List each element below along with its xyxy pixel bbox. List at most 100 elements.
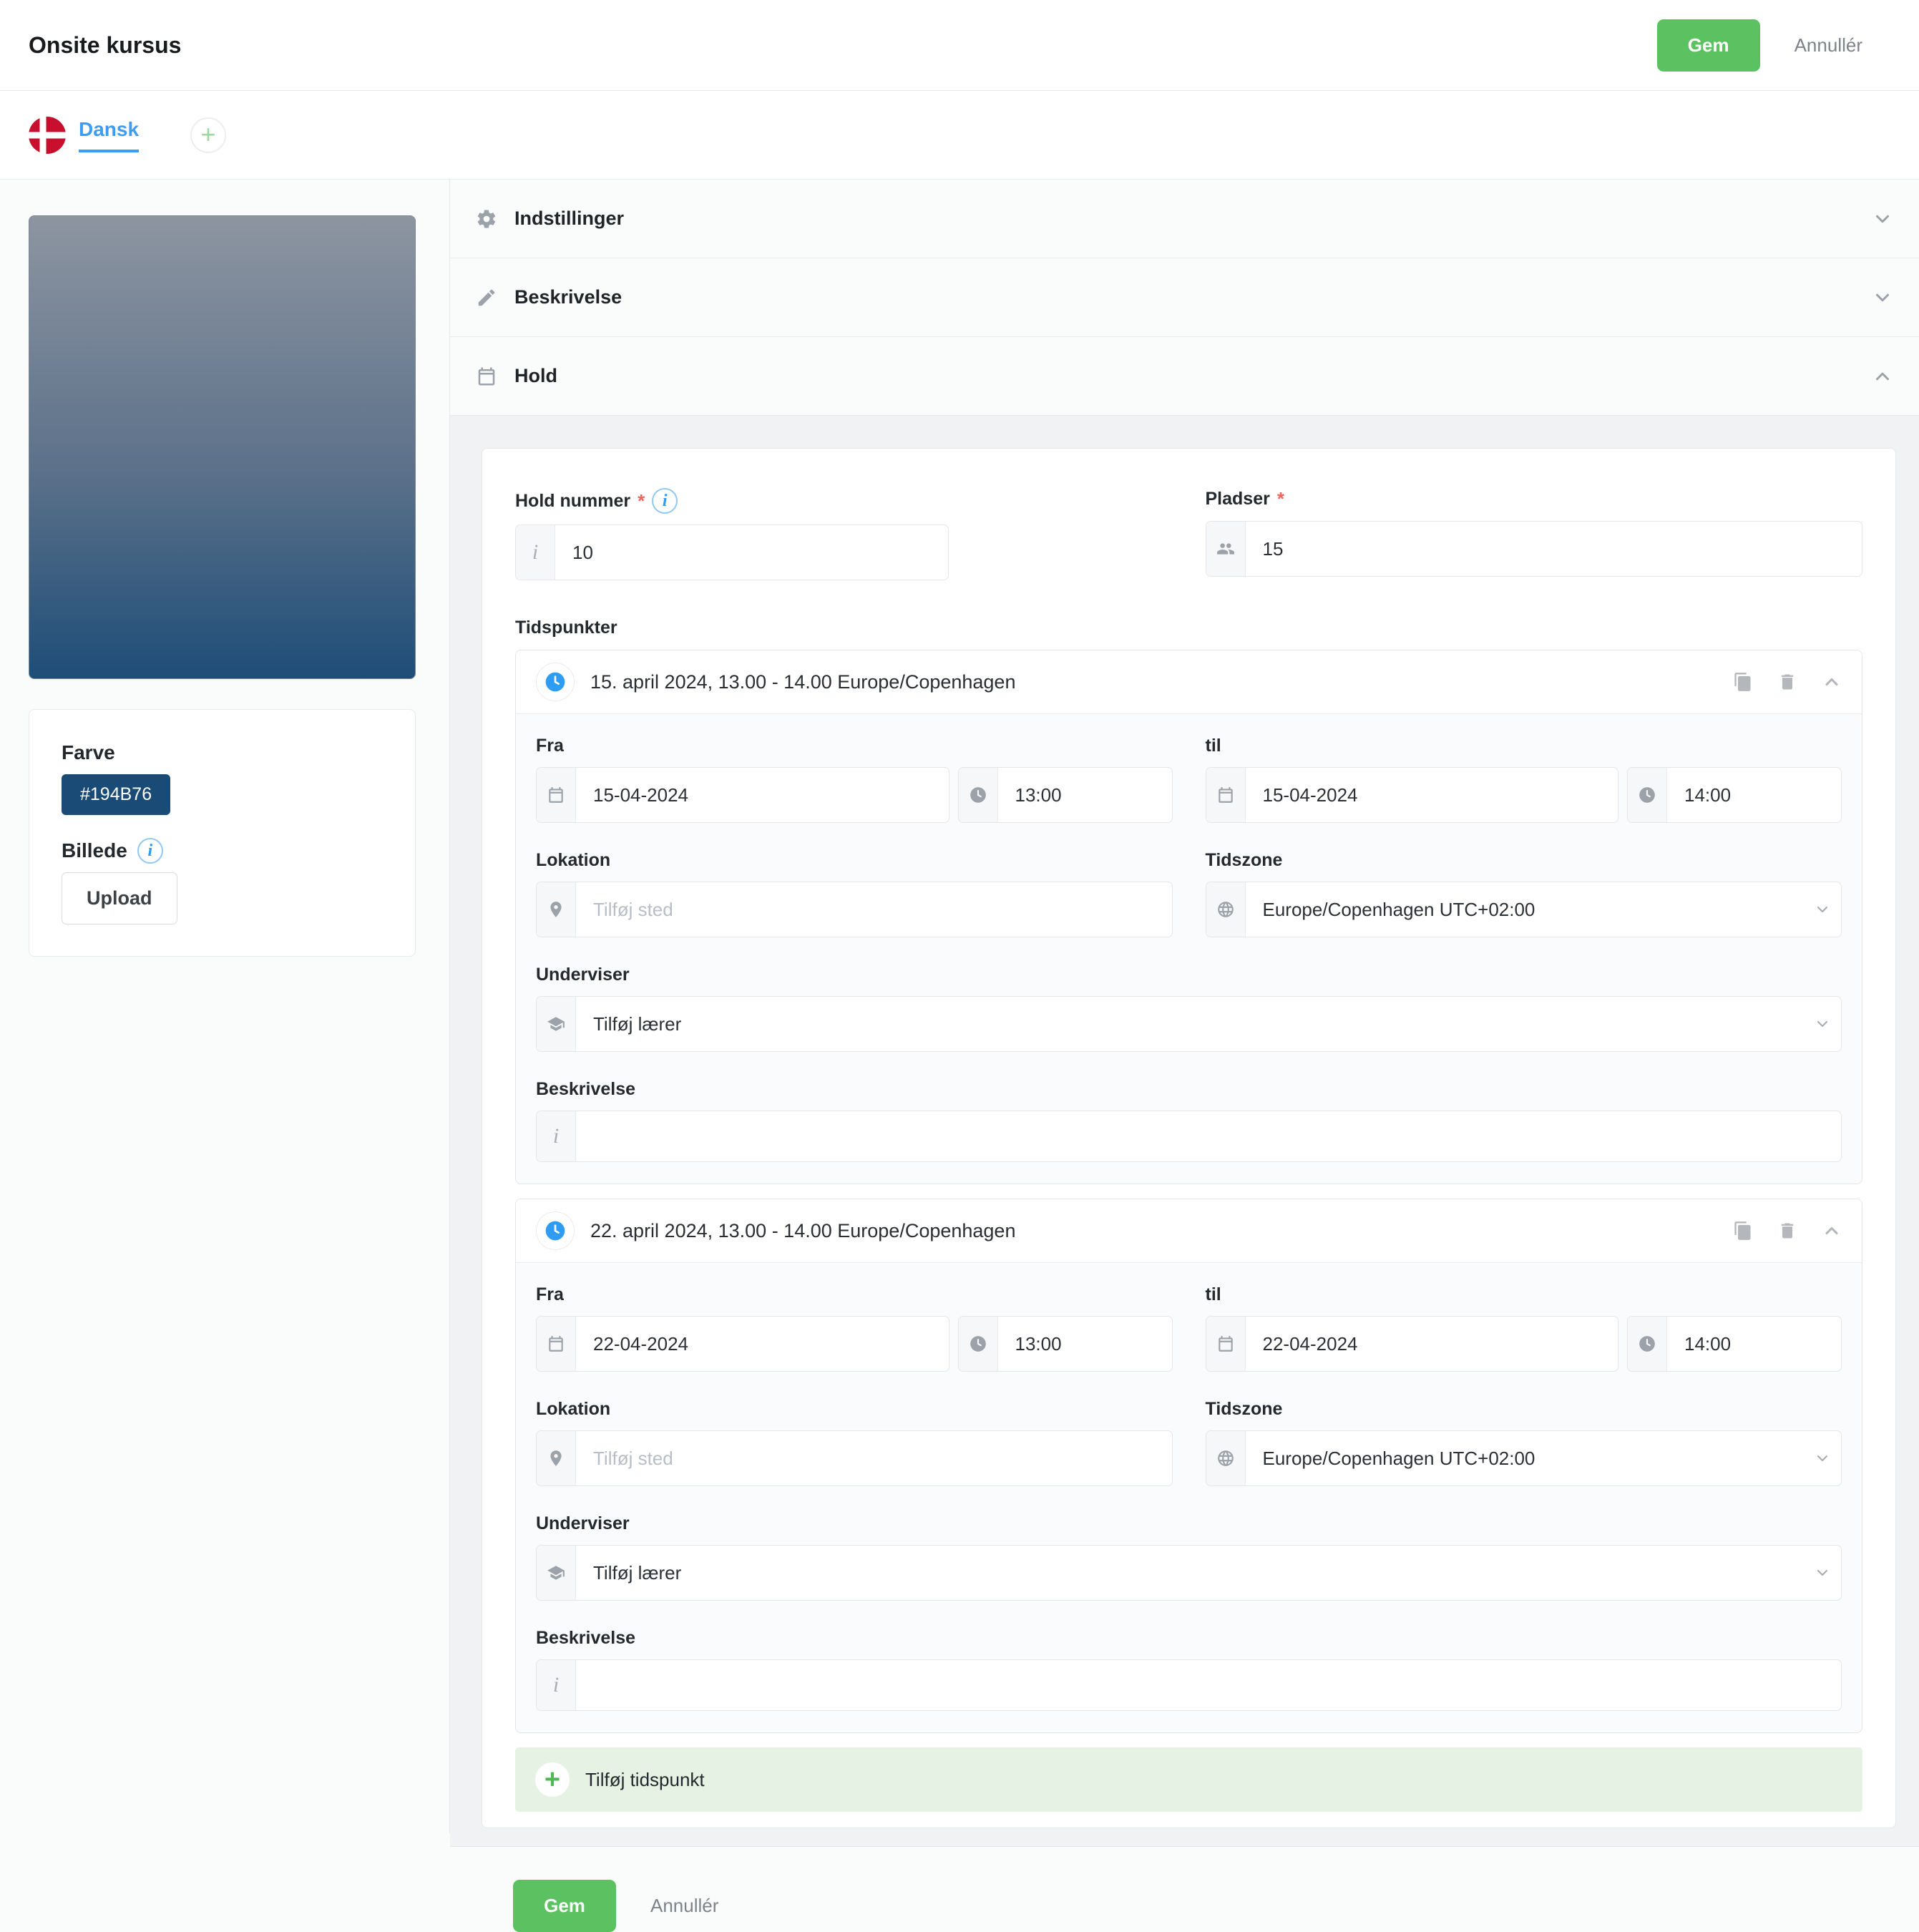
timeslot-1: 15. april 2024, 13.00 - 14.00 Europe/Cop…	[515, 650, 1862, 1184]
timeslot-2-body: Fra 22-04-2024 13:00 til 22-04-2024 14:0…	[516, 1262, 1862, 1732]
graduation-cap-icon	[537, 997, 576, 1051]
graduation-cap-icon	[537, 1546, 576, 1600]
add-timeslot-button[interactable]: + Tilføj tidspunkt	[515, 1747, 1862, 1812]
hold-card: Hold nummer * i i Pladser *	[482, 448, 1896, 1828]
page-header: Onsite kursus Gem Annullér	[0, 0, 1919, 91]
accordion-beskrivelse[interactable]: Beskrivelse	[450, 258, 1919, 337]
calendar-icon	[537, 768, 576, 822]
fra-label: Fra	[536, 1284, 564, 1304]
required-marker: *	[638, 489, 645, 512]
fra-field: Fra	[536, 1284, 1173, 1372]
clock-icon	[536, 663, 575, 701]
timezone-select[interactable]: Europe/Copenhagen UTC+02:00	[1246, 1431, 1805, 1485]
lokation-field: Lokation	[536, 850, 1173, 937]
chevron-up-icon[interactable]	[1822, 672, 1842, 692]
teacher-select[interactable]: Tilføj lærer	[576, 1546, 1804, 1600]
location-input[interactable]	[576, 882, 1172, 937]
pladser-field: Pladser *	[1205, 488, 1862, 580]
chevron-down-icon[interactable]	[1872, 208, 1893, 230]
tidspunkter-label: Tidspunkter	[515, 618, 617, 638]
accordion-label: Indstillinger	[514, 208, 625, 229]
til-field: til	[1205, 736, 1842, 823]
to-time-input[interactable]	[1667, 1317, 1841, 1371]
beskrivelse-label: Beskrivelse	[536, 1628, 636, 1648]
teacher-select[interactable]: Tilføj lærer	[576, 997, 1804, 1051]
hold-nummer-input[interactable]	[555, 525, 949, 580]
trash-icon[interactable]	[1777, 672, 1797, 692]
beskrivelse-label: Beskrivelse	[536, 1079, 636, 1099]
accordion-label: Hold	[514, 365, 557, 386]
lokation-label: Lokation	[536, 850, 611, 870]
accordion-hold[interactable]: Hold	[450, 337, 1919, 416]
clock-icon	[958, 1317, 998, 1371]
lokation-label: Lokation	[536, 1399, 611, 1419]
til-field: til	[1205, 1284, 1842, 1372]
language-tab-dansk[interactable]: Dansk	[79, 118, 140, 152]
timezone-select[interactable]: Europe/Copenhagen UTC+02:00	[1246, 882, 1805, 937]
timeslot-title: 22. april 2024, 13.00 - 14.00 Europe/Cop…	[590, 1219, 1016, 1241]
page-title: Onsite kursus	[29, 31, 182, 58]
from-date-input[interactable]	[576, 1317, 949, 1371]
add-timeslot-label: Tilføj tidspunkt	[585, 1768, 705, 1790]
image-label: Billede	[62, 839, 127, 862]
map-pin-icon	[537, 882, 576, 937]
chevron-down-icon[interactable]	[1804, 1546, 1841, 1600]
til-label: til	[1205, 736, 1221, 756]
hold-nummer-field: Hold nummer * i i	[515, 488, 1173, 580]
description-textarea[interactable]	[576, 1111, 1841, 1161]
duplicate-icon[interactable]	[1733, 672, 1753, 692]
add-language-button[interactable]: +	[190, 117, 227, 153]
tidszone-field: Tidszone Europe/Copenhagen UTC+02:00	[1205, 850, 1842, 937]
globe-icon	[1206, 882, 1246, 937]
info-icon[interactable]: i	[137, 838, 163, 864]
pencil-icon	[476, 287, 497, 308]
calendar-icon	[476, 366, 497, 387]
underviser-label: Underviser	[536, 965, 630, 985]
trash-icon[interactable]	[1777, 1221, 1797, 1241]
danish-flag-icon	[29, 116, 66, 154]
duplicate-icon[interactable]	[1733, 1221, 1753, 1241]
timeslot-1-body: Fra 15-04-2024 13:00 til 15-04-2024 14:0…	[516, 713, 1862, 1184]
chevron-down-icon[interactable]	[1872, 287, 1893, 308]
info-icon[interactable]: i	[652, 488, 678, 514]
description-textarea[interactable]	[576, 1660, 1841, 1710]
cancel-button[interactable]: Annullér	[1795, 34, 1862, 57]
save-button[interactable]: Gem	[513, 1880, 616, 1932]
chevron-down-icon[interactable]	[1804, 997, 1841, 1051]
color-chip[interactable]: #194B76	[62, 774, 171, 815]
to-date-input[interactable]	[1245, 1317, 1618, 1371]
chevron-up-icon[interactable]	[1872, 366, 1893, 387]
gear-icon	[476, 208, 497, 230]
content: Farve #194B76 Billede i Upload Indstilli…	[0, 180, 1919, 1932]
chevron-down-icon[interactable]	[1804, 1431, 1841, 1485]
upload-button[interactable]: Upload	[62, 872, 177, 924]
from-time-input[interactable]	[997, 768, 1172, 822]
underviser-field: Underviser Tilføj lærer	[536, 965, 1842, 1052]
to-date-input[interactable]	[1245, 768, 1618, 822]
chevron-down-icon[interactable]	[1804, 882, 1841, 937]
main-panel: Indstillinger Beskrivelse Hold Hold numm…	[450, 180, 1919, 1932]
save-button[interactable]: Gem	[1656, 19, 1760, 72]
tidszone-label: Tidszone	[1205, 850, 1283, 870]
pladser-input[interactable]	[1245, 522, 1862, 576]
from-time-input[interactable]	[997, 1317, 1172, 1371]
form-footer: Gem Annullér	[450, 1847, 1919, 1932]
course-cover-image	[29, 215, 416, 679]
info-prefix-icon: i	[516, 525, 555, 580]
from-date-input[interactable]	[576, 768, 949, 822]
timeslot-title: 15. april 2024, 13.00 - 14.00 Europe/Cop…	[590, 670, 1016, 693]
timeslot-2: 22. april 2024, 13.00 - 14.00 Europe/Cop…	[515, 1199, 1862, 1733]
calendar-icon	[537, 1317, 576, 1371]
chevron-up-icon[interactable]	[1822, 1221, 1842, 1241]
underviser-field: Underviser Tilføj lærer	[536, 1513, 1842, 1601]
language-bar: Dansk +	[0, 91, 1919, 180]
beskrivelse-field: Beskrivelse i	[536, 1079, 1842, 1162]
accordion-indstillinger[interactable]: Indstillinger	[450, 180, 1919, 258]
timeslot-2-header[interactable]: 22. april 2024, 13.00 - 14.00 Europe/Cop…	[516, 1199, 1862, 1262]
timeslot-1-header[interactable]: 15. april 2024, 13.00 - 14.00 Europe/Cop…	[516, 650, 1862, 713]
cancel-button[interactable]: Annullér	[650, 1895, 718, 1917]
appearance-card: Farve #194B76 Billede i Upload	[29, 709, 416, 957]
location-input[interactable]	[576, 1431, 1172, 1485]
tidszone-label: Tidszone	[1205, 1399, 1283, 1419]
to-time-input[interactable]	[1667, 768, 1841, 822]
